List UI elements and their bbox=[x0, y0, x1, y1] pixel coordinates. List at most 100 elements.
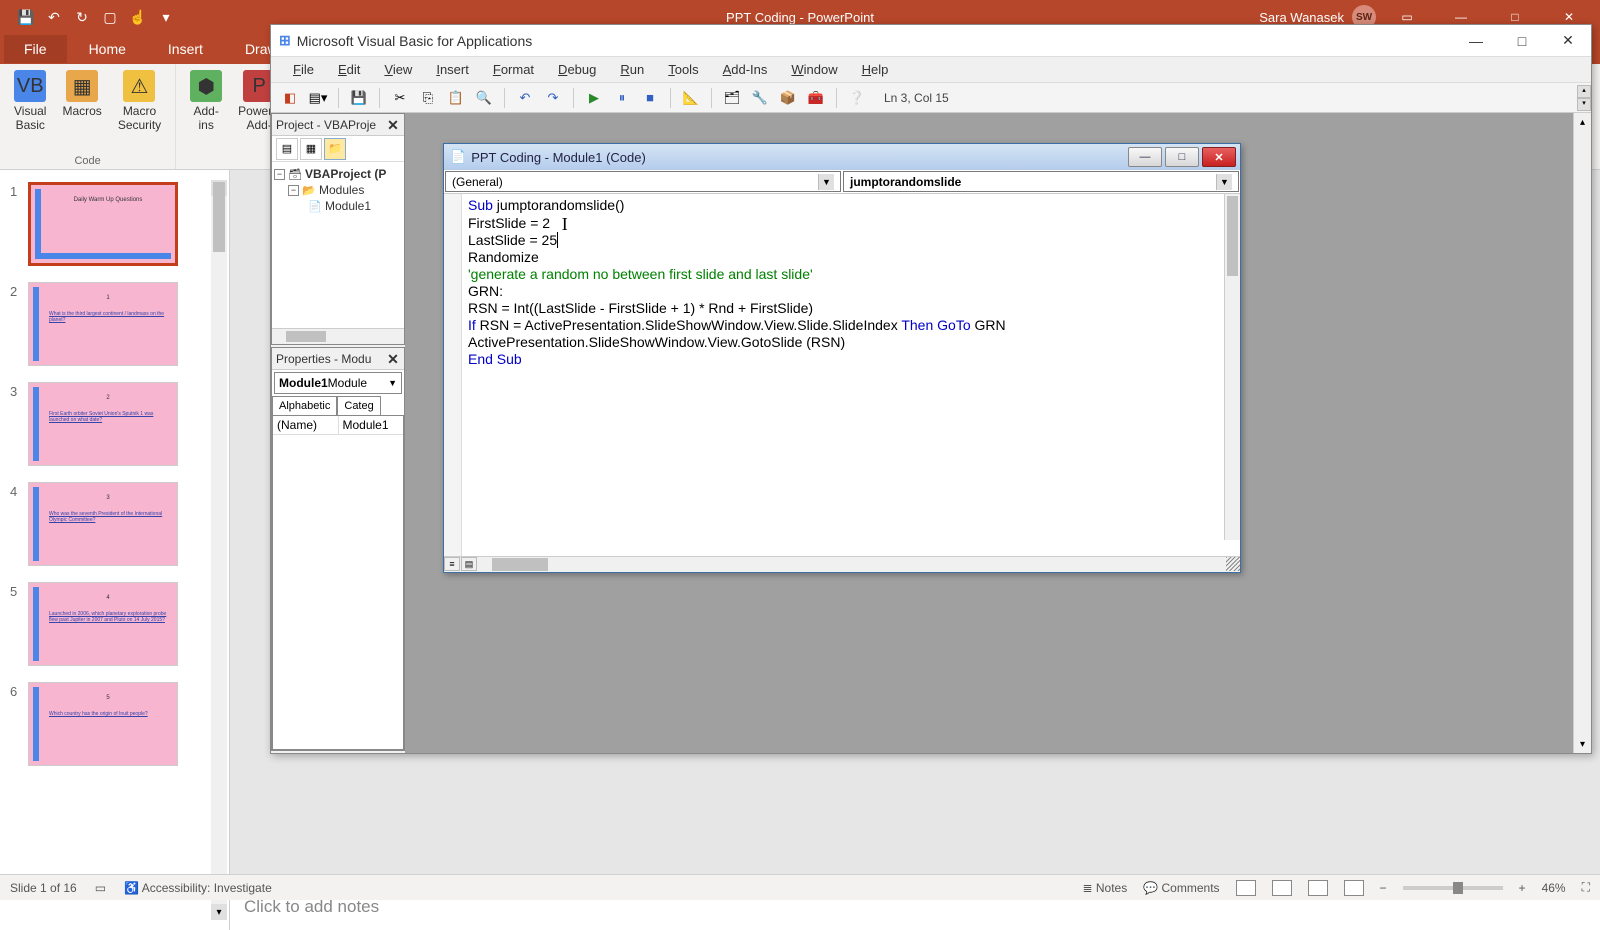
prop-name-value[interactable]: Module1 bbox=[339, 416, 404, 434]
user-name[interactable]: Sara Wanasek bbox=[1259, 10, 1344, 25]
normal-view-button[interactable] bbox=[1236, 880, 1256, 896]
macros-button[interactable]: ▦Macros bbox=[56, 68, 107, 153]
slideshow-view-button[interactable] bbox=[1344, 880, 1364, 896]
close-icon[interactable]: ✕ bbox=[384, 350, 402, 368]
resize-grip-icon[interactable] bbox=[1226, 557, 1240, 571]
vba-menu-window[interactable]: Window bbox=[781, 59, 847, 80]
properties-title[interactable]: Properties - Modu ✕ bbox=[272, 348, 404, 370]
accessibility-status[interactable]: ♿ Accessibility: Investigate bbox=[124, 881, 272, 895]
procedure-dropdown[interactable]: jumptorandomslide▼ bbox=[843, 171, 1239, 192]
project-explorer-title[interactable]: Project - VBAProje ✕ bbox=[272, 114, 404, 136]
close-icon[interactable]: ✕ bbox=[384, 116, 402, 134]
thumbnail-item[interactable]: 54Launched in 2006, which planetary expl… bbox=[0, 578, 229, 678]
object-dropdown[interactable]: (General)▼ bbox=[445, 171, 841, 192]
properties-icon[interactable]: 🔧 bbox=[749, 87, 771, 109]
notes-toggle[interactable]: ≣ Notes bbox=[1082, 881, 1127, 895]
properties-grid[interactable]: (Name) Module1 bbox=[272, 415, 404, 750]
vba-menu-file[interactable]: File bbox=[283, 59, 324, 80]
toolbox-icon[interactable]: 🧰 bbox=[805, 87, 827, 109]
zoom-level[interactable]: 46% bbox=[1542, 881, 1566, 895]
vba-menu-view[interactable]: View bbox=[374, 59, 422, 80]
sorter-view-button[interactable] bbox=[1272, 880, 1292, 896]
project-tree[interactable]: −🗃VBAProject (P −📂Modules 📄Module1 bbox=[272, 162, 404, 328]
vba-close-button[interactable]: ✕ bbox=[1545, 26, 1591, 56]
thumbnail-item[interactable]: 1Daily Warm Up Questions bbox=[0, 178, 229, 278]
vba-title-bar[interactable]: ⊞ Microsoft Visual Basic for Application… bbox=[271, 25, 1591, 57]
vba-minimize-button[interactable]: — bbox=[1453, 26, 1499, 56]
vba-maximize-button[interactable]: □ bbox=[1499, 26, 1545, 56]
vba-menu-addins[interactable]: Add-Ins bbox=[713, 59, 778, 80]
zoom-out-button[interactable]: − bbox=[1380, 881, 1387, 895]
zoom-in-button[interactable]: + bbox=[1519, 881, 1526, 895]
thumbnail-item[interactable]: 43Who was the seventh President of the I… bbox=[0, 478, 229, 578]
comments-toggle[interactable]: 💬 Comments bbox=[1143, 881, 1219, 895]
vba-menu-format[interactable]: Format bbox=[483, 59, 544, 80]
find-icon[interactable]: 🔍 bbox=[473, 87, 495, 109]
visual-basic-button[interactable]: VBVisual Basic bbox=[8, 68, 52, 153]
redo-icon[interactable]: ↻ bbox=[74, 9, 90, 25]
toggle-folders-icon[interactable]: 📁 bbox=[324, 138, 346, 160]
properties-object-combo[interactable]: Module1 Module ▼ bbox=[274, 372, 402, 394]
view-object-icon[interactable]: ▦ bbox=[300, 138, 322, 160]
paste-icon[interactable]: 📋 bbox=[445, 87, 467, 109]
vba-menu-debug[interactable]: Debug bbox=[548, 59, 606, 80]
thumbnail-item[interactable]: 32First Earth orbiter Soviet Union's Spu… bbox=[0, 378, 229, 478]
view-code-icon[interactable]: ▤ bbox=[276, 138, 298, 160]
vba-menu-edit[interactable]: Edit bbox=[328, 59, 370, 80]
code-minimize-button[interactable]: — bbox=[1128, 147, 1162, 167]
vba-menu-help[interactable]: Help bbox=[852, 59, 899, 80]
code-title-bar[interactable]: 📄 PPT Coding - Module1 (Code) — □ ✕ bbox=[444, 144, 1240, 170]
mdi-scrollbar[interactable]: ▴ ▾ bbox=[1573, 113, 1591, 753]
tab-categorized[interactable]: Categ bbox=[337, 396, 380, 415]
undo-icon[interactable]: ↶ bbox=[46, 9, 62, 25]
thumbnail-item[interactable]: 65Which country has the origin of Inuit … bbox=[0, 678, 229, 778]
copy-icon[interactable]: ⎘ bbox=[417, 87, 439, 109]
thumbnail-panel[interactable]: 1Daily Warm Up Questions21What is the th… bbox=[0, 170, 230, 930]
reading-view-button[interactable] bbox=[1308, 880, 1328, 896]
scrollbar-thumb[interactable] bbox=[213, 182, 225, 252]
view-ppt-icon[interactable]: ◧ bbox=[279, 87, 301, 109]
cut-icon[interactable]: ✂ bbox=[389, 87, 411, 109]
tab-insert[interactable]: Insert bbox=[148, 35, 223, 63]
reset-icon[interactable]: ■ bbox=[639, 87, 661, 109]
collapse-icon[interactable]: − bbox=[274, 169, 285, 180]
help-icon[interactable]: ❔ bbox=[846, 87, 868, 109]
code-vscroll[interactable] bbox=[1224, 194, 1240, 540]
slide-position[interactable]: Slide 1 of 16 bbox=[10, 881, 77, 895]
vba-menu-tools[interactable]: Tools bbox=[658, 59, 708, 80]
run-icon[interactable]: ▶ bbox=[583, 87, 605, 109]
code-hscroll[interactable] bbox=[478, 557, 1226, 572]
code-maximize-button[interactable]: □ bbox=[1165, 147, 1199, 167]
scroll-up-icon[interactable]: ▴ bbox=[1574, 113, 1591, 131]
qat-more-icon[interactable]: ▾ bbox=[158, 9, 174, 25]
toolbar-overflow-icon[interactable]: ▴▾ bbox=[1577, 85, 1591, 111]
fit-window-button[interactable]: ⛶ bbox=[1582, 880, 1590, 895]
full-module-view-icon[interactable]: ▤ bbox=[461, 557, 477, 571]
thumbnail-scrollbar[interactable]: ▴ ▾ bbox=[211, 180, 227, 920]
zoom-slider[interactable] bbox=[1403, 886, 1503, 890]
macro-security-button[interactable]: ⚠Macro Security bbox=[112, 68, 167, 153]
scroll-down-icon[interactable]: ▾ bbox=[1574, 735, 1591, 753]
tab-home[interactable]: Home bbox=[69, 35, 146, 63]
break-icon[interactable]: ⏸ bbox=[611, 87, 633, 109]
project-hscroll[interactable] bbox=[272, 328, 404, 344]
tab-alphabetic[interactable]: Alphabetic bbox=[272, 396, 337, 415]
scroll-down-icon[interactable]: ▾ bbox=[211, 904, 227, 920]
vba-menu-insert[interactable]: Insert bbox=[426, 59, 479, 80]
code-editor[interactable]: Sub jumptorandomslide()FirstSlide = 2 IL… bbox=[462, 194, 1240, 556]
undo-icon[interactable]: ↶ bbox=[514, 87, 536, 109]
code-close-button[interactable]: ✕ bbox=[1202, 147, 1236, 167]
save-icon[interactable]: 💾 bbox=[348, 87, 370, 109]
design-mode-icon[interactable]: 📐 bbox=[680, 87, 702, 109]
redo-icon[interactable]: ↷ bbox=[542, 87, 564, 109]
thumbnail-item[interactable]: 21What is the third largest continent / … bbox=[0, 278, 229, 378]
insert-module-icon[interactable]: ▤▾ bbox=[307, 87, 329, 109]
tab-file[interactable]: File bbox=[4, 35, 67, 63]
object-browser-icon[interactable]: 📦 bbox=[777, 87, 799, 109]
project-explorer-icon[interactable]: 🗂 bbox=[721, 87, 743, 109]
save-icon[interactable]: 💾 bbox=[18, 9, 34, 25]
touch-icon[interactable]: ☝ bbox=[130, 9, 146, 25]
procedure-view-icon[interactable]: ≡ bbox=[444, 557, 460, 571]
addins-button[interactable]: ⬢Add- ins bbox=[184, 68, 228, 153]
present-icon[interactable]: ▢ bbox=[102, 9, 118, 25]
